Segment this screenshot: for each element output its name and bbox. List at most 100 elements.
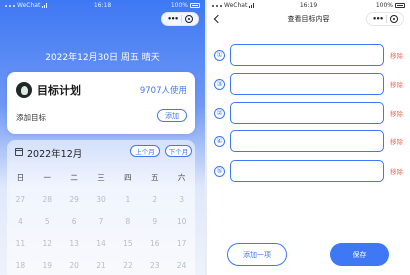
weekday-label: 一 — [43, 172, 52, 182]
goal-number: ④ — [214, 135, 225, 147]
calendar-day[interactable]: 18 — [7, 261, 34, 270]
goal-number: ⑤ — [214, 165, 225, 177]
calendar-day[interactable]: 29 — [61, 195, 88, 204]
status-bar: WeChat 16:18 100% — [0, 0, 205, 11]
wifi-icon — [249, 3, 255, 8]
goal-input[interactable] — [230, 130, 384, 152]
prev-month-button[interactable]: 上个月 — [130, 145, 160, 157]
status-time: 16:19 — [299, 2, 318, 9]
calendar-day[interactable]: 3 — [168, 195, 195, 204]
calendar-card: 2022年12月 上个月 下个月 日 一 二 三 四 五 六 27 28 29 … — [7, 140, 195, 275]
goal-plan-user-count: 9707人使用 — [139, 86, 187, 96]
save-button[interactable]: 保存 — [330, 243, 389, 266]
calendar-day[interactable]: 1 — [114, 195, 141, 204]
remove-goal-button[interactable]: 移除 — [390, 166, 403, 176]
goal-number: ② — [214, 107, 225, 119]
calendar-day[interactable]: 2 — [141, 195, 168, 204]
remove-goal-button[interactable]: 移除 — [390, 50, 403, 60]
goal-plan-title: 目标计划 — [37, 84, 81, 97]
calendar-day[interactable]: 6 — [61, 217, 88, 226]
signal-dot-icon — [9, 4, 11, 7]
calendar-day[interactable]: 8 — [114, 217, 141, 226]
remove-goal-button[interactable]: 移除 — [390, 79, 403, 89]
status-left: WeChat — [5, 2, 75, 9]
goal-content-screen: WeChat 16:19 100% 查看目标内容 ••• ① 移除 ② 移除 ④… — [207, 0, 410, 275]
calendar-day[interactable]: 12 — [34, 239, 61, 248]
calendar-day[interactable]: 21 — [88, 261, 115, 270]
miniprogram-capsule: ••• — [161, 12, 199, 26]
calendar-week: 27 28 29 30 1 2 3 — [7, 188, 195, 210]
calendar-day[interactable]: 9 — [141, 217, 168, 226]
signal-dot-icon — [216, 4, 218, 7]
more-menu-icon[interactable]: ••• — [372, 15, 383, 23]
signal-dot-icon — [220, 4, 222, 7]
calendar-day[interactable]: 20 — [61, 261, 88, 270]
carrier-label: WeChat — [17, 2, 41, 9]
weekday-label: 四 — [124, 172, 132, 182]
status-left: WeChat — [212, 2, 282, 9]
more-menu-icon[interactable]: ••• — [167, 15, 178, 23]
calendar-day[interactable]: 5 — [34, 217, 61, 226]
calendar-icon — [15, 148, 23, 156]
add-goal-label: 添加目标 — [16, 113, 46, 122]
battery-percent: 100% — [170, 2, 188, 9]
calendar-week: 18 19 20 21 22 23 24 — [7, 254, 195, 275]
goal-row-3: ③ 移除 — [214, 73, 406, 95]
capsule-divider — [180, 15, 182, 23]
calendar-day[interactable]: 19 — [34, 261, 61, 270]
status-right: 100% — [335, 2, 405, 9]
calendar-day[interactable]: 24 — [168, 261, 195, 270]
goal-input[interactable] — [230, 44, 384, 66]
calendar-grid: 日 一 二 三 四 五 六 27 28 29 30 1 2 3 4 5 6 7 … — [7, 166, 195, 275]
add-goal-button[interactable]: 添加 — [157, 109, 187, 122]
calendar-day[interactable]: 7 — [88, 217, 115, 226]
calendar-day[interactable]: 16 — [141, 239, 168, 248]
calendar-day[interactable]: 13 — [61, 239, 88, 248]
goal-input[interactable] — [230, 160, 384, 182]
calendar-day[interactable]: 22 — [114, 261, 141, 270]
status-time: 16:18 — [93, 2, 112, 9]
close-miniprogram-icon[interactable] — [184, 15, 193, 23]
goal-input[interactable] — [230, 73, 384, 95]
add-item-button[interactable]: 添加一项 — [227, 243, 287, 266]
weekday-label: 日 — [16, 172, 25, 182]
remove-goal-button[interactable]: 移除 — [390, 136, 403, 146]
avatar-figure — [20, 85, 28, 95]
capsule-divider — [385, 15, 387, 23]
calendar-day[interactable]: 30 — [88, 195, 115, 204]
calendar-day[interactable]: 15 — [114, 239, 141, 248]
status-right: 100% — [130, 2, 200, 9]
signal-dot-icon — [212, 4, 214, 7]
calendar-month: 2022年12月 — [27, 149, 83, 160]
goal-row-2: ② 移除 — [214, 102, 406, 124]
calendar-day[interactable]: 14 — [88, 239, 115, 248]
calendar-day[interactable]: 17 — [168, 239, 195, 248]
calendar-day[interactable]: 23 — [141, 261, 168, 270]
goal-plan-card: 目标计划 9707人使用 添加目标 添加 — [7, 72, 195, 134]
miniprogram-capsule: ••• — [366, 12, 404, 26]
status-bar: WeChat 16:19 100% — [207, 0, 410, 11]
goal-input[interactable] — [230, 102, 384, 124]
calendar-week: 4 5 6 7 8 9 10 — [7, 210, 195, 232]
calendar-day[interactable]: 28 — [34, 195, 61, 204]
calendar-day[interactable]: 10 — [168, 217, 195, 226]
calendar-week: 11 12 13 14 15 16 17 — [7, 232, 195, 254]
battery-icon — [395, 3, 405, 8]
next-month-button[interactable]: 下个月 — [165, 145, 192, 157]
carrier-label: WeChat — [224, 2, 248, 9]
weekday-label: 五 — [150, 172, 159, 182]
signal-dot-icon — [13, 4, 15, 7]
weekday-label: 二 — [70, 172, 78, 182]
goal-number: ③ — [214, 78, 225, 90]
calendar-day[interactable]: 4 — [7, 217, 34, 226]
calendar-day[interactable]: 11 — [7, 239, 34, 248]
remove-goal-button[interactable]: 移除 — [390, 108, 403, 118]
goal-row-1: ① 移除 — [214, 44, 406, 66]
calendar-day[interactable]: 27 — [7, 195, 34, 204]
weekday-label: 六 — [177, 172, 186, 182]
close-miniprogram-icon[interactable] — [389, 15, 398, 23]
battery-percent: 100% — [375, 2, 393, 9]
calendar-screen: WeChat 16:18 100% ••• 2022年12月30日 周五 晴天 … — [0, 0, 205, 275]
wifi-icon — [42, 3, 48, 8]
goal-row-4: ④ 移除 — [214, 130, 406, 152]
